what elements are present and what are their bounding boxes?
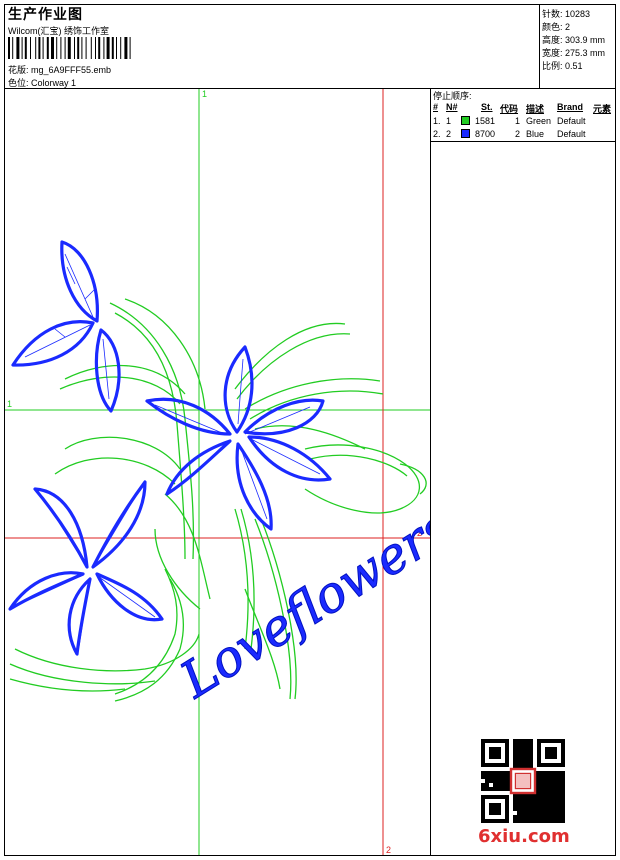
green-left-label: 1 xyxy=(7,399,12,409)
row1-n: 1 xyxy=(446,116,452,126)
stat-scale-value: 0.51 xyxy=(565,61,583,71)
col-header-element: 元素 xyxy=(593,104,612,114)
watermark: 6xiu.com xyxy=(478,826,570,847)
stat-width: 宽度: 275.3 mm xyxy=(542,46,605,59)
row2-code: 8700 xyxy=(475,129,496,139)
row1-st: 1 xyxy=(515,116,521,126)
stat-stitches: 针数: 10283 xyxy=(542,7,590,20)
design-script-text: Loveflowers xyxy=(170,498,430,710)
stat-colors: 颜色: 2 xyxy=(542,20,570,33)
stat-stitches-value: 10283 xyxy=(565,9,591,19)
row2-num: 2. xyxy=(433,129,441,139)
stat-stitches-label: 针数: xyxy=(542,9,563,19)
design-canvas: 1 1 2 2 Loveflowers xyxy=(5,89,430,855)
green-top-label: 1 xyxy=(202,89,207,99)
row1-brand: Default xyxy=(557,116,586,126)
design-label: 花版: mg_6A9FFF55.emb xyxy=(8,63,111,76)
row2-n: 2 xyxy=(446,129,452,139)
legend-divider xyxy=(430,88,431,856)
legend-bottom-divider xyxy=(430,141,616,142)
row2-st: 2 xyxy=(515,129,521,139)
col-header-code: 代码 xyxy=(500,104,519,114)
blue-veins xyxy=(19,253,321,648)
stat-width-label: 宽度: xyxy=(542,48,563,58)
row2-brand: Default xyxy=(557,129,586,139)
stat-colors-value: 2 xyxy=(565,22,571,32)
company-name: Wilcom(汇宝) 绣饰工作室 xyxy=(8,26,109,36)
colorway-label: 色位: Colorway 1 xyxy=(8,76,76,89)
stat-colors-label: 颜色: xyxy=(542,22,563,32)
stop-sequence-title: 停止顺序: xyxy=(433,91,472,101)
design-file: mg_6A9FFF55.emb xyxy=(31,65,112,75)
col-header-num: # xyxy=(433,102,439,112)
stat-height-value: 303.9 mm xyxy=(565,35,606,45)
colorway-value: Colorway 1 xyxy=(31,78,77,88)
row2-color-swatch xyxy=(461,129,470,138)
qr-code xyxy=(481,739,565,823)
row1-desc: Green xyxy=(526,116,552,126)
row1-color-swatch xyxy=(461,116,470,125)
col-header-n: N# xyxy=(446,102,458,112)
stat-scale-label: 比例: xyxy=(542,61,563,71)
barcode xyxy=(8,37,131,59)
col-header-desc: 描述 xyxy=(526,104,545,114)
red-bottom-label: 2 xyxy=(386,845,391,855)
col-header-brand: Brand xyxy=(557,102,584,112)
design-label-text: 花版: xyxy=(8,65,29,75)
row1-num: 1. xyxy=(433,116,441,126)
col-header-st: St. xyxy=(481,102,493,112)
row1-code: 1581 xyxy=(475,116,496,126)
row2-desc: Blue xyxy=(526,129,545,139)
stat-width-value: 275.3 mm xyxy=(565,48,606,58)
colorway-label-text: 色位: xyxy=(8,78,29,88)
stat-height-label: 高度: xyxy=(542,35,563,45)
stats-divider xyxy=(539,4,540,88)
stat-scale: 比例: 0.51 xyxy=(542,59,583,72)
stat-height: 高度: 303.9 mm xyxy=(542,33,605,46)
page-title: 生产作业图 xyxy=(8,6,83,22)
